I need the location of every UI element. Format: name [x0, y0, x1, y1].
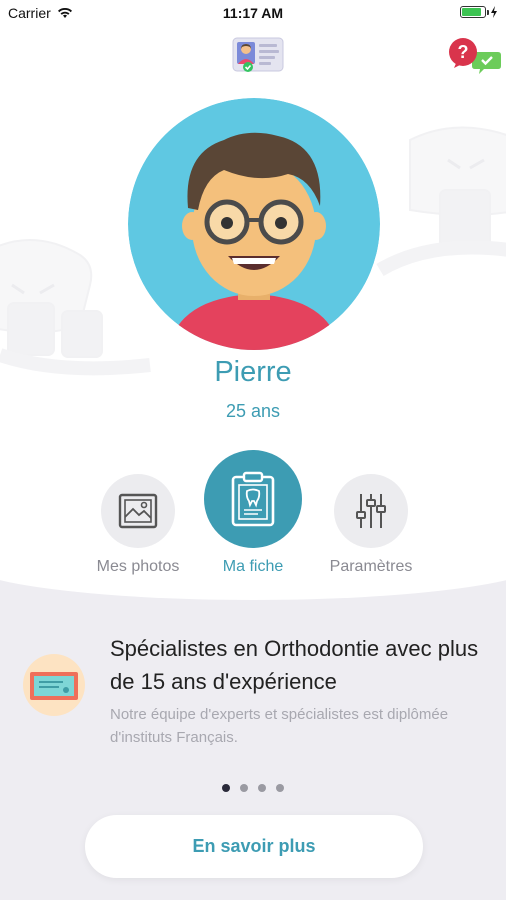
charging-icon: [491, 6, 497, 18]
profile-name: Pierre: [214, 356, 292, 388]
mes-photos-button[interactable]: Mes photos: [88, 474, 188, 576]
photo-circle: [101, 474, 175, 548]
pagination-dot[interactable]: [276, 784, 284, 792]
ma-fiche-button[interactable]: Ma fiche: [200, 450, 306, 576]
pagination-dot[interactable]: [258, 784, 266, 792]
pagination-dot[interactable]: [222, 784, 230, 792]
braces-decoration-right: [376, 126, 506, 277]
info-description: Notre équipe d'experts et spécialistes e…: [110, 706, 449, 746]
status-bar: Carrier 11:17 AM: [0, 0, 506, 28]
mes-photos-label: Mes photos: [96, 558, 180, 575]
action-bar: Mes photos Ma fiche Paramètres: [0, 448, 506, 588]
certificate-icon: [23, 654, 85, 716]
info-title: Spécialistes en Orthodontie avec plus de…: [110, 636, 479, 694]
photo-icon: [118, 493, 158, 529]
status-time: 11:17 AM: [222, 5, 284, 21]
pagination-dot[interactable]: [240, 784, 248, 792]
avatar-illustration: [128, 98, 380, 350]
clipboard-tooth-icon: [231, 471, 275, 527]
pagination-dots: [0, 784, 506, 792]
parametres-button[interactable]: Paramètres: [321, 474, 421, 576]
ma-fiche-label: Ma fiche: [222, 558, 284, 575]
fiche-circle: [204, 450, 302, 548]
avatar: [128, 98, 380, 350]
parametres-label: Paramètres: [329, 558, 413, 575]
sliders-icon: [356, 494, 386, 528]
profile-age: 25 ans: [225, 401, 281, 421]
battery-icon: [460, 6, 489, 18]
id-card-icon[interactable]: [232, 36, 284, 74]
en-savoir-plus-button[interactable]: En savoir plus: [85, 815, 423, 878]
sliders-circle: [334, 474, 408, 548]
status-right: [460, 6, 498, 18]
svg-text:?: ?: [458, 42, 469, 62]
help-chat-icon[interactable]: ?: [446, 36, 502, 76]
